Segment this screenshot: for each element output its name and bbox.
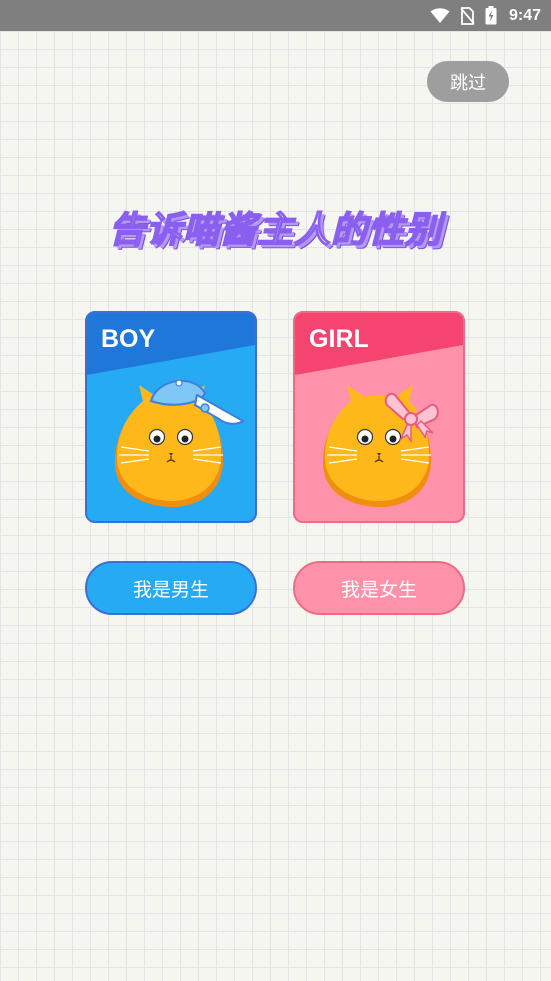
i-am-boy-button[interactable]: 我是男生 [85,561,257,615]
page-title: 告诉喵酱主人的性别 [108,209,442,252]
girl-cat-icon [323,385,439,507]
status-icons: 9:47 [430,0,541,31]
boy-card[interactable]: BOY [85,311,257,523]
boy-cat-icon [115,379,245,507]
battery-charging-icon [485,6,497,25]
wifi-icon [430,7,450,24]
status-time: 9:47 [508,6,541,24]
i-am-girl-button[interactable]: 我是女生 [293,561,465,615]
status-bar: 9:47 [0,0,551,31]
no-sim-icon [460,6,475,25]
skip-button[interactable]: 跳过 [427,61,509,102]
girl-card[interactable]: GIRL [293,311,465,523]
